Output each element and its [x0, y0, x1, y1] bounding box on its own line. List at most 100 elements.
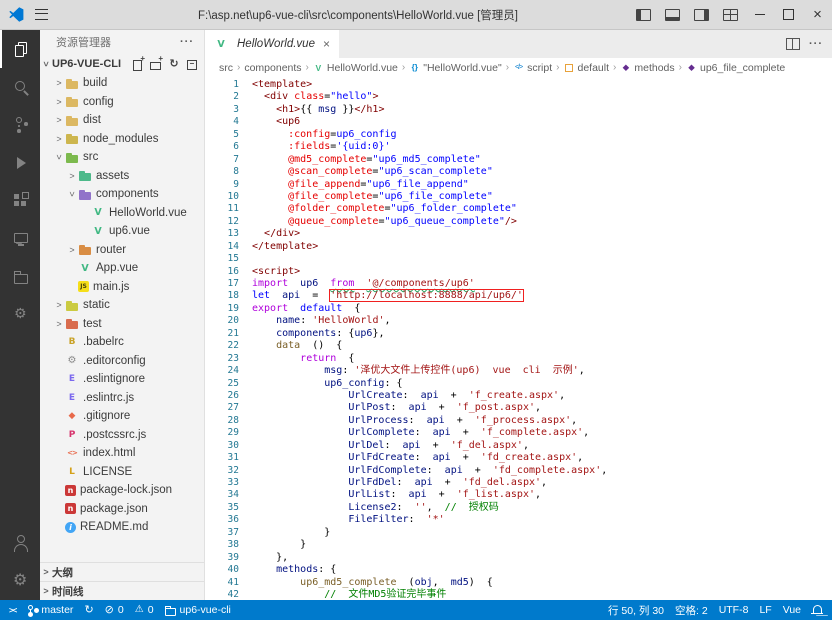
breadcrumb-default[interactable]: default — [564, 62, 610, 74]
code-line[interactable]: 3 <h1>{{ msg }}</h1> — [205, 104, 832, 116]
code-line[interactable]: 5 :config=up6_config — [205, 129, 832, 141]
editor-more-actions-icon[interactable]: ··· — [809, 38, 823, 50]
code-line[interactable]: 16<script> — [205, 266, 832, 278]
toggle-sidebar-button[interactable] — [629, 0, 658, 29]
code-editor[interactable]: 1<template>2 <div class="hello">3 <h1>{{… — [205, 77, 832, 600]
remote-explorer-button[interactable] — [0, 220, 40, 258]
code-line[interactable]: 12 @queue_complete="up6_queue_complete"/… — [205, 216, 832, 228]
code-line[interactable]: 25 up6_config: { — [205, 378, 832, 390]
workspace-folder-indicator[interactable]: up6-vue-cli — [165, 604, 231, 616]
split-editor-icon[interactable] — [786, 38, 800, 50]
settings-gear-button[interactable] — [0, 562, 40, 600]
code-line[interactable]: 9 @file_append="up6_file_append" — [205, 179, 832, 191]
language-mode[interactable]: Vue — [783, 604, 801, 616]
encoding-indicator[interactable]: UTF-8 — [719, 604, 749, 616]
tree-item-main-js[interactable]: >main.js — [40, 278, 204, 297]
account-button[interactable] — [0, 524, 40, 562]
tree-item-test[interactable]: >test — [40, 315, 204, 334]
code-line[interactable]: 33 UrlFdDel: api + 'fd_del.aspx', — [205, 477, 832, 489]
sidebar-more-actions-icon[interactable]: ··· — [180, 36, 194, 48]
indentation-indicator[interactable]: 空格: 2 — [675, 603, 708, 618]
code-line[interactable]: 7 @md5_complete="up6_md5_complete" — [205, 154, 832, 166]
close-tab-icon[interactable]: × — [323, 37, 330, 51]
menu-icon[interactable] — [35, 9, 48, 20]
code-line[interactable]: 23 return { — [205, 353, 832, 365]
breadcrumb-up6-file-complete[interactable]: up6_file_complete — [686, 62, 785, 74]
code-line[interactable]: 19export default { — [205, 303, 832, 315]
tree-item-router[interactable]: >router — [40, 241, 204, 260]
tree-item--postcssrc-js[interactable]: >.postcssrc.js — [40, 426, 204, 445]
tree-item-dist[interactable]: >dist — [40, 111, 204, 130]
tree-item-components[interactable]: >components — [40, 185, 204, 204]
breadcrumb-components[interactable]: components — [244, 62, 301, 74]
sync-button[interactable] — [84, 605, 93, 616]
code-line[interactable]: 13 </div> — [205, 228, 832, 240]
outline-section[interactable]: > 大纲 — [40, 562, 204, 581]
tree-item-build[interactable]: >build — [40, 74, 204, 93]
settings-sync-button[interactable] — [0, 296, 40, 334]
project-manager-button[interactable] — [0, 258, 40, 296]
cursor-position[interactable]: 行 50, 列 30 — [608, 603, 664, 618]
tree-item--eslintrc-js[interactable]: >.eslintrc.js — [40, 389, 204, 408]
breadcrumb-script[interactable]: script — [513, 62, 552, 74]
new-folder-icon[interactable] — [149, 57, 163, 71]
code-line[interactable]: 37 } — [205, 527, 832, 539]
tree-item-up6-vue[interactable]: >up6.vue — [40, 222, 204, 241]
tree-item-package-json[interactable]: >package.json — [40, 500, 204, 519]
code-line[interactable]: 24 msg: '泽优大文件上传控件(up6) vue cli 示例', — [205, 365, 832, 377]
code-line[interactable]: 6 :fields='{uid:0}' — [205, 141, 832, 153]
tree-item-readme-md[interactable]: >README.md — [40, 518, 204, 537]
breadcrumb-src[interactable]: src — [219, 62, 233, 74]
code-line[interactable]: 18let api = 'http://localhost:8888/api/u… — [205, 290, 832, 302]
toggle-secondary-sidebar-button[interactable] — [687, 0, 716, 29]
tree-item-helloworld-vue[interactable]: >HelloWorld.vue — [40, 204, 204, 223]
code-line[interactable]: 11 @folder_complete="up6_folder_complete… — [205, 203, 832, 215]
timeline-section[interactable]: > 时间线 — [40, 581, 204, 600]
code-line[interactable]: 30 UrlDel: api + 'f_del.aspx', — [205, 440, 832, 452]
collapse-folders-icon[interactable] — [185, 57, 199, 71]
tree-item-index-html[interactable]: >index.html — [40, 444, 204, 463]
new-file-icon[interactable] — [131, 57, 145, 71]
git-branch-indicator[interactable]: master — [27, 604, 73, 617]
tree-item--babelrc[interactable]: >.babelrc — [40, 333, 204, 352]
code-line[interactable]: 21 components: {up6}, — [205, 328, 832, 340]
toggle-panel-button[interactable] — [658, 0, 687, 29]
code-line[interactable]: 4 <up6 — [205, 116, 832, 128]
code-line[interactable]: 15 — [205, 253, 832, 265]
code-line[interactable]: 32 UrlFdComplete: api + 'fd_complete.asp… — [205, 465, 832, 477]
tree-item--editorconfig[interactable]: >.editorconfig — [40, 352, 204, 371]
code-line[interactable]: 36 FileFilter: '*' — [205, 514, 832, 526]
code-line[interactable]: 26 UrlCreate: api + 'f_create.aspx', — [205, 390, 832, 402]
code-line[interactable]: 10 @file_complete="up6_file_complete" — [205, 191, 832, 203]
code-line[interactable]: 14</template> — [205, 241, 832, 253]
breadcrumb-methods[interactable]: methods — [620, 62, 674, 74]
minimize-button[interactable] — [745, 0, 774, 29]
code-line[interactable]: 34 UrlList: api + 'f_list.aspx', — [205, 489, 832, 501]
tree-item-assets[interactable]: >assets — [40, 167, 204, 186]
code-line[interactable]: 2 <div class="hello"> — [205, 91, 832, 103]
project-section-header[interactable]: > UP6-VUE-CLI ↻ — [40, 54, 204, 74]
extensions-button[interactable] — [0, 182, 40, 220]
refresh-explorer-icon[interactable]: ↻ — [167, 57, 181, 71]
tab-helloworld-vue[interactable]: HelloWorld.vue × — [205, 30, 339, 58]
tree-item-license[interactable]: >LICENSE — [40, 463, 204, 482]
code-line[interactable]: 27 UrlPost: api + 'f_post.aspx', — [205, 402, 832, 414]
remote-indicator[interactable] — [9, 606, 16, 615]
problems-errors[interactable]: 0 — [105, 604, 124, 616]
code-line[interactable]: 20 name: 'HelloWorld', — [205, 315, 832, 327]
tree-item-node-modules[interactable]: >node_modules — [40, 130, 204, 149]
code-line[interactable]: 8 @scan_complete="up6_scan_complete" — [205, 166, 832, 178]
code-line[interactable]: 28 UrlProcess: api + 'f_process.aspx', — [205, 415, 832, 427]
tree-item-package-lock-json[interactable]: >package-lock.json — [40, 481, 204, 500]
source-control-button[interactable] — [0, 106, 40, 144]
maximize-button[interactable] — [774, 0, 803, 29]
breadcrumb--helloworld-vue-[interactable]: "HelloWorld.vue" — [409, 62, 501, 74]
customize-layout-button[interactable] — [716, 0, 745, 29]
code-line[interactable]: 38 } — [205, 539, 832, 551]
explorer-button[interactable] — [0, 30, 40, 68]
tree-item--gitignore[interactable]: >.gitignore — [40, 407, 204, 426]
tree-item--eslintignore[interactable]: >.eslintignore — [40, 370, 204, 389]
code-line[interactable]: 35 License2: '', // 授权码 — [205, 502, 832, 514]
code-line[interactable]: 1<template> — [205, 79, 832, 91]
run-debug-button[interactable] — [0, 144, 40, 182]
